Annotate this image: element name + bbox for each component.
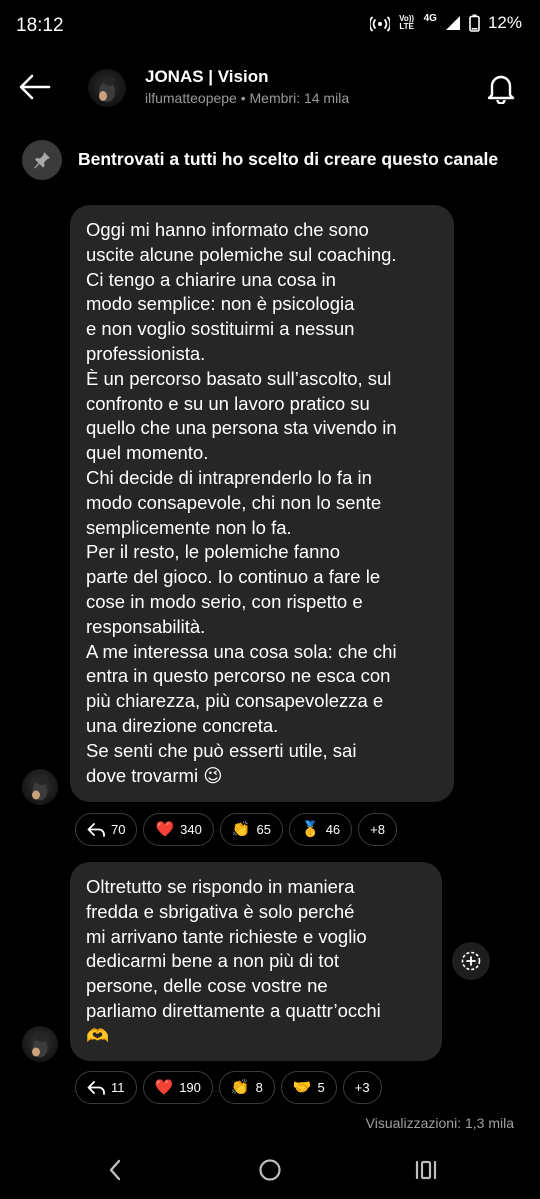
reaction-count: 65 [256, 822, 272, 837]
reactions-bar: 11 ❤️ 190 👏 8 🤝 5 +3 [75, 1071, 382, 1104]
status-time: 18:12 [16, 15, 64, 36]
notifications-button[interactable] [486, 72, 516, 105]
heart-emoji-icon: ❤️ [154, 1079, 174, 1096]
views-count: Visualizzazioni: 1,3 mila [365, 1115, 514, 1131]
more-reactions-button[interactable]: +8 [358, 813, 397, 846]
reaction-count: 8 [255, 1080, 263, 1095]
reactions-bar: 70 ❤️ 340 👏 65 🥇 46 +8 [75, 813, 397, 846]
nav-back-button[interactable] [100, 1156, 130, 1184]
reply-count: 70 [111, 822, 126, 837]
reaction-count: 340 [180, 822, 202, 837]
reaction-clap[interactable]: 👏 65 [219, 813, 284, 846]
message-bubble[interactable]: Oggi mi hanno informato che sono uscite … [70, 205, 454, 802]
chevron-left-icon [109, 1159, 121, 1181]
network-type: 4G [423, 13, 437, 24]
channel-header: JONAS | Vision ilfumatteopepe • Membri: … [0, 52, 540, 124]
volte-icon: Vo)) LTE [399, 14, 415, 31]
message-bubble[interactable]: Oltretutto se rispondo in maniera fredda… [70, 862, 442, 1061]
status-icons: Vo)) LTE 4G 12% [369, 13, 522, 33]
signal-icon [445, 15, 461, 31]
heart-emoji-icon: ❤️ [155, 821, 175, 838]
reaction-heart[interactable]: ❤️ 190 [142, 1071, 213, 1104]
home-circle-icon [259, 1159, 281, 1181]
clap-emoji-icon: 👏 [231, 821, 251, 838]
reaction-count: 190 [179, 1080, 201, 1095]
battery-icon [469, 14, 480, 32]
sender-avatar[interactable] [22, 1026, 58, 1062]
add-reaction-button[interactable] [452, 942, 490, 980]
sender-avatar[interactable] [22, 769, 58, 805]
more-reactions-count: +3 [354, 1080, 370, 1095]
reaction-count: 5 [317, 1080, 325, 1095]
bell-icon [487, 75, 515, 105]
reaction-handshake[interactable]: 🤝 5 [280, 1071, 337, 1104]
battery-level: 12% [487, 13, 522, 32]
hotspot-icon [369, 14, 390, 32]
channel-subtitle: ilfumatteopepe • Membri: 14 mila [145, 90, 350, 106]
medal-emoji-icon: 🥇 [301, 821, 320, 838]
reaction-medal[interactable]: 🥇 46 [289, 813, 353, 846]
pin-icon [22, 140, 62, 180]
status-bar: 18:12 Vo)) LTE 4G 12% [0, 0, 540, 52]
handshake-emoji-icon: 🤝 [292, 1079, 312, 1096]
reaction-heart[interactable]: ❤️ 340 [143, 813, 214, 846]
add-reaction-icon [461, 951, 481, 971]
more-reactions-button[interactable]: +3 [342, 1071, 382, 1104]
channel-avatar[interactable] [88, 69, 126, 107]
reaction-clap[interactable]: 👏 8 [218, 1071, 275, 1104]
nav-home-button[interactable] [255, 1156, 285, 1184]
reply-icon [87, 822, 105, 837]
nav-recents-button[interactable] [411, 1156, 441, 1184]
reply-count-button[interactable]: 70 [75, 813, 138, 846]
pinned-text: Bentrovati a tutti ho scelto di creare q… [78, 149, 499, 169]
reply-count-button[interactable]: 11 [75, 1071, 137, 1104]
reply-count: 11 [111, 1080, 125, 1095]
arrow-left-icon [19, 74, 51, 100]
channel-name[interactable]: JONAS | Vision [145, 67, 268, 87]
recents-icon [415, 1160, 437, 1180]
system-nav-bar [0, 1140, 540, 1199]
reaction-count: 46 [325, 822, 341, 837]
more-reactions-count: +8 [370, 822, 385, 837]
reply-icon [87, 1080, 105, 1095]
back-button[interactable] [18, 72, 52, 102]
clap-emoji-icon: 👏 [230, 1079, 250, 1096]
pinned-message[interactable]: Bentrovati a tutti ho scelto di creare q… [0, 140, 540, 180]
